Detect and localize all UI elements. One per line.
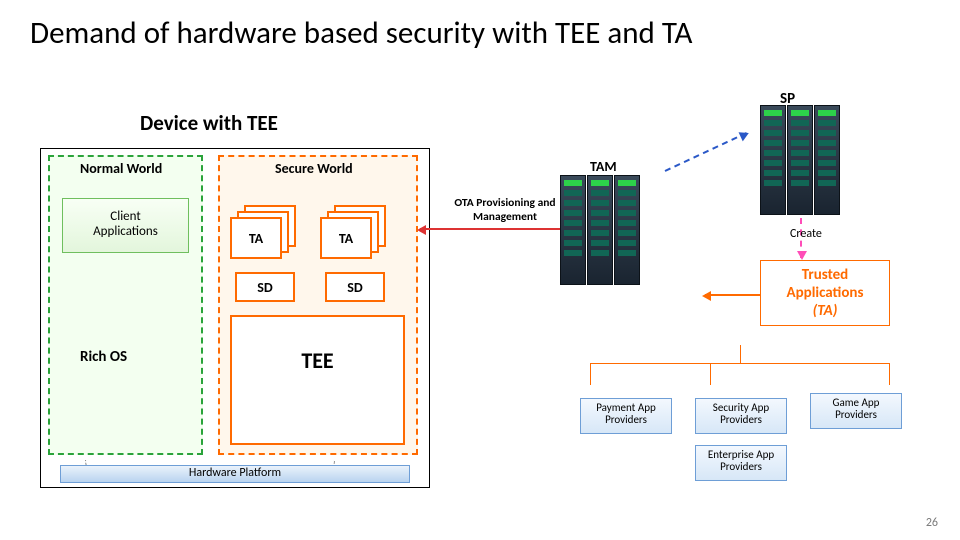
rich-os-label: Rich OS (80, 348, 127, 366)
ta-stack-2: TA (320, 205, 390, 257)
normal-world-label: Normal World (80, 160, 162, 177)
sd-box-2: SD (325, 272, 385, 302)
sp-server-icon (760, 105, 850, 215)
providers-bracket (590, 345, 890, 385)
provider-game: Game App Providers (810, 393, 902, 429)
client-applications-box: Client Applications (62, 198, 189, 253)
tee-box: TEE (230, 315, 405, 445)
ta-pointer-arrow (705, 294, 760, 296)
ota-arrow (420, 228, 560, 230)
ta-label: TA (230, 217, 282, 259)
tam-sp-arrow (665, 132, 747, 172)
ta-stack-1: TA (230, 205, 300, 257)
sd-box-1: SD (235, 272, 295, 302)
provider-security: Security App Providers (695, 398, 787, 434)
tam-server-icon (560, 175, 650, 285)
trusted-applications-box: Trusted Applications (TA) (760, 260, 890, 326)
page-number: 26 (926, 516, 938, 530)
trusted-apps-line3: (TA) (813, 302, 838, 320)
provider-enterprise: Enterprise App Providers (695, 445, 787, 481)
trusted-apps-line2: Applications (787, 284, 864, 302)
ta-label: TA (320, 217, 372, 259)
trusted-apps-line1: Trusted (802, 266, 848, 284)
provider-payment: Payment App Providers (580, 398, 672, 434)
create-label: Create (790, 227, 822, 241)
slide-title: Demand of hardware based security with T… (30, 14, 692, 52)
tam-label: TAM (590, 158, 617, 175)
secure-world-label: Secure World (275, 160, 353, 177)
ota-label: OTA Provisioning and Management (440, 196, 570, 224)
device-with-tee-label: Device with TEE (140, 110, 278, 136)
client-applications-label: Client Applications (93, 209, 158, 239)
hardware-platform-box: Hardware Platform (60, 465, 410, 483)
